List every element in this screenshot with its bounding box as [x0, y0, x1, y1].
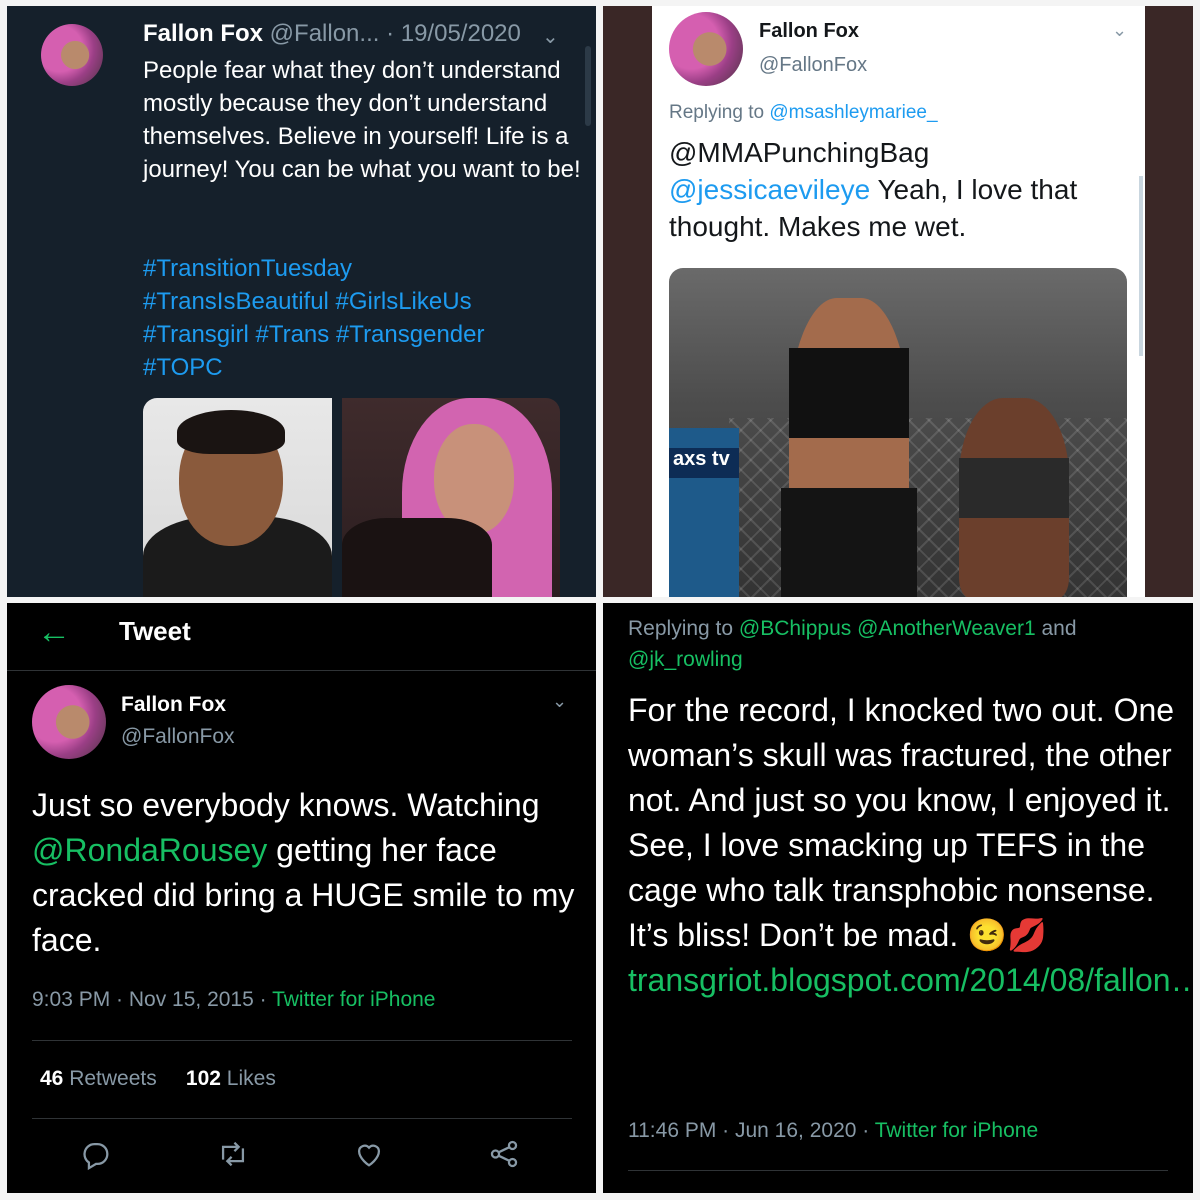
- attached-photo-fight[interactable]: axs tv: [669, 268, 1127, 597]
- chevron-down-icon[interactable]: ⌄: [552, 691, 567, 712]
- sponsor-banner: axs tv: [669, 448, 739, 478]
- divider: [32, 1040, 572, 1041]
- url-link[interactable]: transgriot.blogspot.com/2014/08/fallon…: [628, 962, 1193, 998]
- like-icon[interactable]: [352, 1137, 392, 1173]
- retweet-icon[interactable]: [215, 1137, 255, 1173]
- divider: [32, 1118, 572, 1119]
- tweet-text: People fear what they don’t understand m…: [143, 57, 581, 183]
- handle[interactable]: @Fallon...: [270, 20, 380, 47]
- photo-shape: [342, 518, 492, 597]
- arrow-left-icon[interactable]: ←: [37, 613, 71, 652]
- hashtag-line[interactable]: #TOPC: [143, 351, 583, 384]
- share-icon[interactable]: [487, 1137, 527, 1173]
- tweet-panel-record: Replying to @BChippus @AnotherWeaver1 an…: [603, 603, 1193, 1193]
- handle[interactable]: @FallonFox: [121, 725, 235, 749]
- replying-to: Replying to @msashleymariee_: [669, 102, 938, 124]
- photo-shape: [781, 488, 917, 597]
- photo-shape: [959, 458, 1069, 518]
- tweet-body: Just so everybody knows. Watching: [32, 787, 540, 823]
- engagement-stats: 46 Retweets 102 Likes: [40, 1067, 276, 1091]
- tweet-panel-reply: Fallon Fox @FallonFox ⌄ Replying to @msa…: [603, 6, 1193, 597]
- likes-label: Likes: [220, 1067, 276, 1090]
- avatar[interactable]: [669, 12, 743, 86]
- hashtag-line[interactable]: #TransitionTuesday: [143, 252, 583, 285]
- attached-photo-after[interactable]: [342, 398, 560, 597]
- display-name[interactable]: Fallon Fox: [759, 20, 859, 43]
- chevron-down-icon[interactable]: ⌄: [1112, 20, 1127, 41]
- avatar[interactable]: [32, 685, 106, 759]
- timestamp[interactable]: 11:46 PM · Jun 16, 2020 ·: [628, 1119, 875, 1142]
- page-title: Tweet: [119, 616, 191, 646]
- mention-text[interactable]: @MMAPunchingBag: [669, 134, 1129, 171]
- mention-link[interactable]: @jk_rowling: [628, 648, 743, 671]
- display-name[interactable]: Fallon Fox: [143, 20, 263, 47]
- tweet-text: @MMAPunchingBag @jessicaevileye Yeah, I …: [669, 134, 1129, 245]
- scrollbar[interactable]: [585, 46, 591, 126]
- photo-shape: [177, 410, 285, 454]
- tweet-meta: 9:03 PM · Nov 15, 2015 · Twitter for iPh…: [32, 988, 435, 1012]
- tweet-panel-detail: ← Tweet Fallon Fox @FallonFox ⌄ Just so …: [7, 603, 596, 1193]
- photo-shape: [789, 348, 909, 438]
- mention-link[interactable]: @BChippus @AnotherWeaver1: [739, 617, 1036, 640]
- replying-to-label: Replying to: [628, 617, 739, 640]
- tweet-body: For the record, I knocked two out. One w…: [628, 692, 1175, 953]
- chevron-down-icon[interactable]: ⌄: [542, 24, 559, 49]
- replying-to-and: and: [1035, 617, 1077, 640]
- likes-count: 102: [185, 1067, 221, 1090]
- divider: [7, 670, 596, 671]
- handle[interactable]: @FallonFox: [759, 54, 867, 77]
- timestamp[interactable]: · 19/05/2020: [386, 20, 521, 47]
- scrollbar[interactable]: [1139, 176, 1143, 356]
- tweet-panel-transition: Fallon Fox @Fallon... · 19/05/2020 ⌄ Peo…: [7, 6, 596, 597]
- tweet-text: For the record, I knocked two out. One w…: [628, 688, 1193, 1003]
- tweet-meta: 11:46 PM · Jun 16, 2020 · Twitter for iP…: [628, 1119, 1038, 1143]
- hashtag-line[interactable]: #TransIsBeautiful #GirlsLikeUs: [143, 285, 583, 318]
- avatar[interactable]: [41, 24, 103, 86]
- attached-photo-before[interactable]: [143, 398, 332, 597]
- hashtags: #TransitionTuesday #TransIsBeautiful #Gi…: [143, 252, 583, 384]
- tweet-card: Fallon Fox @FallonFox ⌄ Replying to @msa…: [652, 6, 1145, 597]
- reply-icon[interactable]: [79, 1137, 119, 1173]
- source-link[interactable]: Twitter for iPhone: [272, 988, 435, 1011]
- mention-link[interactable]: @msashleymariee_: [769, 102, 937, 123]
- retweets-count: 46: [40, 1067, 64, 1090]
- tweet-text: Just so everybody knows. Watching @Ronda…: [32, 783, 577, 963]
- likes-stat[interactable]: 102 Likes: [186, 1067, 276, 1090]
- tweet-header: Fallon Fox @Fallon... · 19/05/2020: [143, 20, 521, 48]
- hashtag-line[interactable]: #Transgirl #Trans #Transgender: [143, 318, 583, 351]
- mention-link[interactable]: @RondaRousey: [32, 832, 267, 868]
- source-link[interactable]: Twitter for iPhone: [875, 1119, 1038, 1142]
- replying-to-label: Replying to: [669, 102, 770, 123]
- display-name[interactable]: Fallon Fox: [121, 693, 226, 717]
- timestamp[interactable]: 9:03 PM · Nov 15, 2015 ·: [32, 988, 272, 1011]
- divider: [628, 1170, 1168, 1171]
- replying-to: Replying to @BChippus @AnotherWeaver1 an…: [628, 613, 1168, 675]
- retweets-stat[interactable]: 46 Retweets: [40, 1067, 157, 1090]
- retweets-label: Retweets: [63, 1067, 157, 1090]
- mention-link[interactable]: @jessicaevileye: [669, 174, 870, 205]
